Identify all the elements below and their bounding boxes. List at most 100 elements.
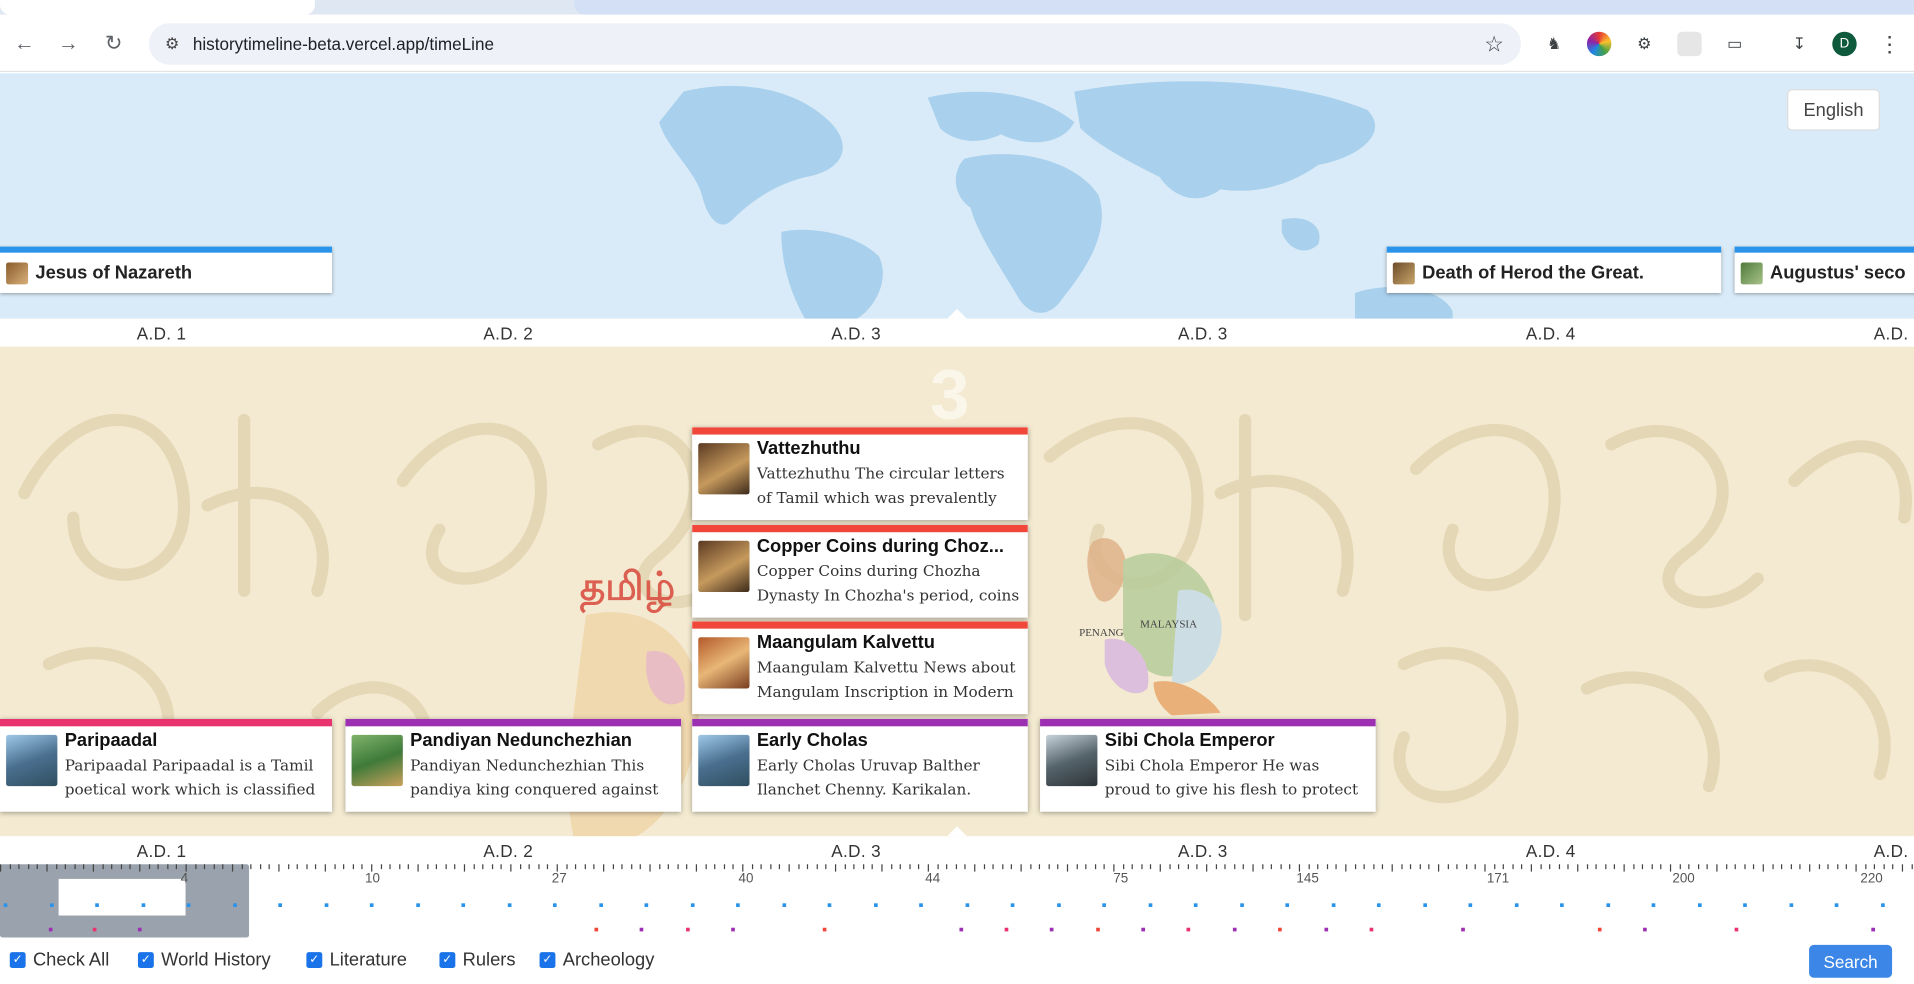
- color-extension-icon[interactable]: [1586, 31, 1612, 57]
- overview-tick: [352, 864, 355, 870]
- address-bar[interactable]: ⚙ historytimeline-beta.vercel.app/timeLi…: [148, 23, 1521, 65]
- overview-tick: [1270, 864, 1272, 870]
- new-tab-area[interactable]: [573, 0, 1914, 15]
- bookmark-star-icon[interactable]: ☆: [1484, 32, 1504, 58]
- blank-extension-icon[interactable]: [1677, 31, 1702, 57]
- timeline-overview[interactable]: 4 10 27 40 44 75 145 171 200 220: [0, 864, 1914, 938]
- profile-avatar[interactable]: D: [1832, 31, 1857, 57]
- back-icon[interactable]: ←: [11, 31, 38, 58]
- overview-tick: [1326, 864, 1329, 870]
- checkbox-checked-icon[interactable]: ✓: [137, 952, 154, 969]
- overview-event-marker: [1285, 903, 1290, 907]
- event-card[interactable]: Maangulam Kalvettu Maangulam Kalvettu Ne…: [692, 621, 1028, 715]
- knight-extension-icon[interactable]: ♞: [1542, 32, 1566, 56]
- overview-event-marker: [1834, 903, 1839, 907]
- overview-viewport-window[interactable]: [0, 864, 250, 938]
- overview-tick: [1335, 864, 1337, 870]
- rulers-checkbox[interactable]: ✓ Rulers: [439, 950, 516, 970]
- overview-tick: [1010, 864, 1012, 870]
- checkbox-checked-icon[interactable]: ✓: [539, 952, 556, 969]
- overview-tick: [389, 864, 391, 870]
- checkbox-checked-icon[interactable]: ✓: [439, 952, 456, 969]
- overview-tick: [798, 864, 800, 870]
- category-stripe: [692, 427, 1028, 435]
- overview-tick: [1726, 864, 1728, 870]
- overview-event-marker: [1606, 903, 1611, 907]
- current-year-marker: 3: [930, 355, 970, 435]
- overview-tick: [593, 864, 595, 870]
- overview-event-marker: [1376, 903, 1381, 907]
- checkbox-checked-icon[interactable]: ✓: [306, 952, 323, 969]
- event-card[interactable]: Vattezhuthu Vattezhuthu The circular let…: [692, 427, 1028, 521]
- active-tab[interactable]: [0, 0, 315, 15]
- literature-checkbox[interactable]: ✓ Literature: [306, 950, 407, 970]
- event-title: Death of Herod the Great.: [1422, 262, 1644, 284]
- overview-tick: [306, 864, 308, 870]
- event-card[interactable]: Sibi Chola Emperor Sibi Chola Emperor He…: [1040, 718, 1376, 812]
- site-settings-icon[interactable]: ⚙: [161, 33, 183, 55]
- overview-tick: [788, 864, 790, 872]
- overview-tick: [463, 864, 466, 872]
- overview-tick: [1772, 864, 1774, 870]
- top-event-card[interactable]: Augustus' seco: [1734, 246, 1914, 293]
- overview-tick: [1224, 864, 1226, 870]
- overview-tick: [9, 864, 11, 870]
- svg-text:MALAYSIA: MALAYSIA: [1140, 618, 1197, 630]
- overview-tick: [1437, 864, 1440, 872]
- overview-tick: [148, 864, 151, 870]
- overview-event-marker: [874, 903, 878, 907]
- overview-tick: [56, 864, 58, 870]
- checkbox-checked-icon[interactable]: ✓: [9, 952, 26, 969]
- overview-tick: [686, 864, 688, 870]
- download-icon[interactable]: ↧: [1787, 32, 1811, 56]
- top-event-card[interactable]: Jesus of Nazareth: [0, 246, 333, 293]
- overview-event-marker: [1789, 903, 1794, 907]
- robot-extension-icon[interactable]: ⚙: [1632, 32, 1656, 56]
- overview-event-marker: [919, 903, 923, 907]
- overview-event-marker: [1468, 903, 1473, 907]
- overview-tick: [1697, 864, 1700, 870]
- overview-event-marker: [1643, 927, 1647, 932]
- puzzle-extensions-icon[interactable]: ▭: [1722, 32, 1746, 56]
- overview-event-marker: [1102, 903, 1106, 907]
- overview-tick: [1540, 864, 1542, 870]
- overview-tick: [1558, 864, 1561, 870]
- event-card[interactable]: Copper Coins during Choz... Copper Coins…: [692, 524, 1028, 618]
- overview-tick: [816, 864, 818, 870]
- overview-tick: [1317, 864, 1319, 870]
- overview-tick: [288, 864, 290, 870]
- overview-tick: [175, 864, 178, 870]
- overview-tick: [1883, 864, 1885, 870]
- overview-tick: [1038, 864, 1041, 870]
- overview-event-marker: [1743, 903, 1747, 907]
- overview-event-marker: [690, 903, 695, 907]
- top-event-card[interactable]: Death of Herod the Great.: [1386, 246, 1722, 293]
- event-description: Early Cholas Uruvap Balther Ilanchet Che…: [756, 755, 980, 799]
- menu-kebab-icon[interactable]: ⋮: [1877, 31, 1901, 56]
- overview-tick: [1865, 864, 1867, 870]
- forward-icon[interactable]: →: [55, 31, 82, 58]
- overview-event-marker: [92, 927, 97, 932]
- language-button[interactable]: English: [1787, 89, 1880, 131]
- event-card[interactable]: Paripaadal Paripaadal Paripaadal is a Ta…: [0, 718, 333, 812]
- world-history-checkbox[interactable]: ✓ World History: [137, 950, 271, 970]
- overview-window-handle[interactable]: [58, 878, 186, 916]
- overview-tick: [983, 864, 986, 870]
- reload-icon[interactable]: ↻: [100, 31, 127, 58]
- overview-tick: [1030, 864, 1032, 870]
- overview-tick: [667, 864, 669, 870]
- overview-tick: [1466, 864, 1468, 870]
- url-text[interactable]: historytimeline-beta.vercel.app/timeLine: [193, 34, 494, 54]
- overview-tick: [28, 864, 30, 870]
- overview-event-marker: [594, 927, 599, 932]
- archeology-checkbox[interactable]: ✓ Archeology: [539, 950, 654, 970]
- overview-number: 44: [925, 871, 941, 887]
- check-all-checkbox[interactable]: ✓ Check All: [9, 950, 109, 970]
- overview-tick: [1280, 864, 1282, 870]
- event-card[interactable]: Pandiyan Nedunchezhian Pandiyan Nedunche…: [345, 718, 682, 812]
- overview-tick: [36, 864, 38, 870]
- ruler-label: A.D. 4: [1525, 841, 1576, 861]
- event-card[interactable]: Early Cholas Early Cholas Uruvap Balther…: [692, 718, 1028, 812]
- overview-tick: [1196, 864, 1198, 870]
- search-button[interactable]: Search: [1809, 944, 1893, 978]
